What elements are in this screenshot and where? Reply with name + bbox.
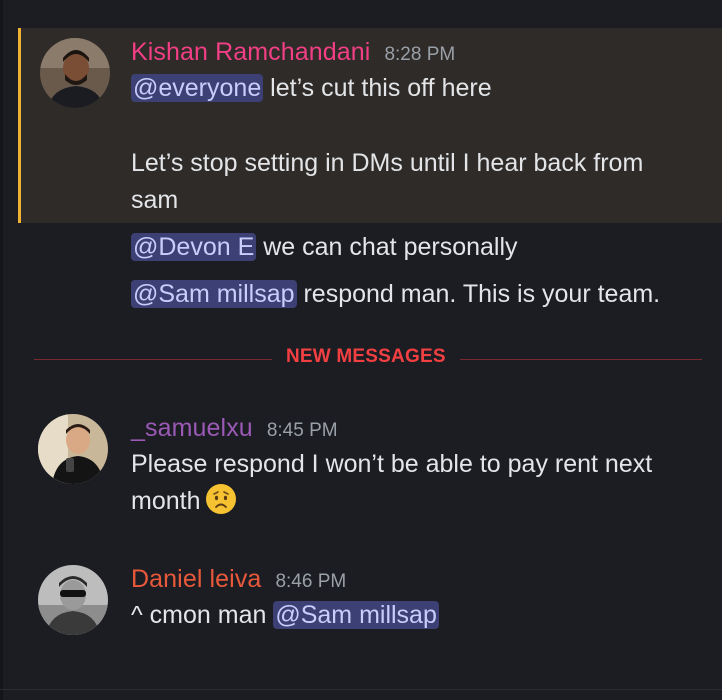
avatar-daniel-icon [38, 565, 108, 635]
avatar-samuel-icon [38, 414, 108, 484]
avatar-kishan-icon [40, 38, 110, 108]
channel-edge [0, 0, 3, 700]
message-header: Kishan Ramchandani 8:28 PM [131, 38, 455, 67]
message-text: @Devon E we can chat personally [131, 229, 518, 266]
username[interactable]: Daniel leiva [131, 565, 261, 594]
message-text-segment: month [131, 487, 201, 515]
message-text-segment: we can chat personally [256, 233, 518, 261]
avatar[interactable] [38, 414, 108, 484]
message-text-segment: let’s cut this off here [263, 74, 492, 102]
message-header: _samuelxu 8:45 PM [131, 414, 338, 443]
new-messages-label: NEW MESSAGES [272, 346, 460, 368]
username[interactable]: Kishan Ramchandani [131, 38, 370, 67]
message-text: ^ cmon man @Sam millsap [131, 597, 439, 634]
avatar[interactable] [38, 565, 108, 635]
worried-face-icon [206, 484, 237, 514]
username[interactable]: _samuelxu [131, 414, 253, 443]
message-header: Daniel leiva 8:46 PM [131, 565, 346, 594]
mention-devon[interactable]: @Devon E [131, 233, 257, 261]
message-text-segment: respond man. This is your team. [296, 280, 661, 308]
chat-view: Kishan Ramchandani 8:28 PM @everyone let… [0, 0, 722, 700]
mention-sam[interactable]: @Sam millsap [273, 601, 439, 629]
message-text: Let’s stop setting in DMs until I hear b… [131, 149, 644, 177]
message-text: sam [131, 186, 179, 214]
divider-line [0, 689, 722, 690]
avatar[interactable] [40, 38, 110, 108]
timestamp[interactable]: 8:46 PM [275, 571, 346, 593]
message-text: @everyone let’s cut this off here [131, 70, 492, 107]
mention-everyone[interactable]: @everyone [131, 74, 264, 102]
message-text: @Sam millsap respond man. This is your t… [131, 276, 660, 313]
message-text-segment: ^ cmon man [131, 601, 274, 629]
mention-sam[interactable]: @Sam millsap [131, 280, 297, 308]
message-text: Please respond I won’t be able to pay re… [131, 450, 653, 478]
timestamp[interactable]: 8:45 PM [267, 420, 338, 442]
message-text: month [131, 483, 237, 520]
timestamp[interactable]: 8:28 PM [384, 44, 455, 66]
